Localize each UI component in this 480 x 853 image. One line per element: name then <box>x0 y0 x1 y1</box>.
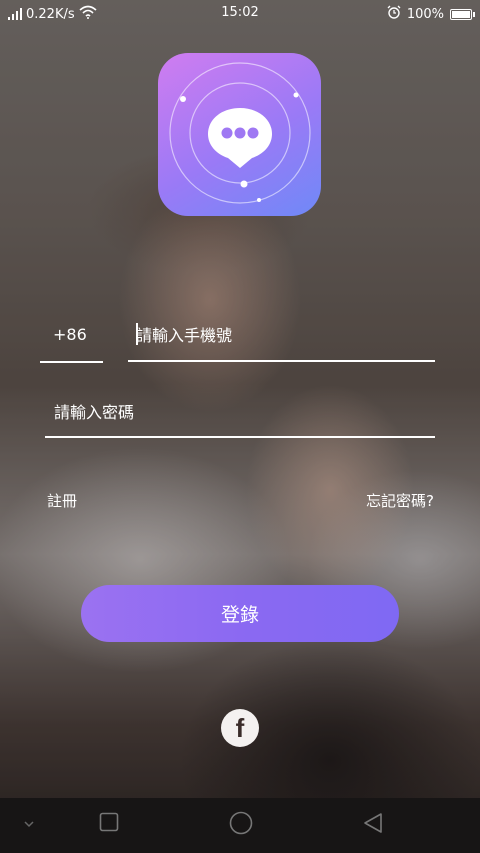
login-button[interactable]: 登錄 <box>81 585 399 642</box>
chat-bubble-icon <box>169 62 311 204</box>
recents-icon[interactable] <box>99 812 119 836</box>
register-link[interactable]: 註冊 <box>47 490 77 511</box>
chevron-down-icon[interactable] <box>22 816 36 835</box>
alarm-icon <box>387 5 401 23</box>
app-logo <box>158 53 321 216</box>
home-icon[interactable] <box>229 811 253 839</box>
password-input[interactable] <box>54 397 424 427</box>
phone-input[interactable] <box>136 320 426 350</box>
status-right: 100% <box>387 5 475 23</box>
forgot-password-link[interactable]: 忘記密碼? <box>366 490 434 511</box>
phone-underline <box>128 360 435 362</box>
password-underline <box>45 436 435 438</box>
battery-percent: 100% <box>406 6 444 22</box>
facebook-icon: f <box>235 712 245 743</box>
country-code-selector[interactable]: +86 <box>53 325 87 344</box>
country-code-underline <box>40 361 103 363</box>
facebook-login-button[interactable]: f <box>221 709 259 747</box>
navigation-bar <box>0 798 480 853</box>
battery-icon <box>450 8 475 20</box>
back-icon[interactable] <box>362 812 384 838</box>
status-bar: 0.22K/s 15:02 100% <box>0 0 480 26</box>
